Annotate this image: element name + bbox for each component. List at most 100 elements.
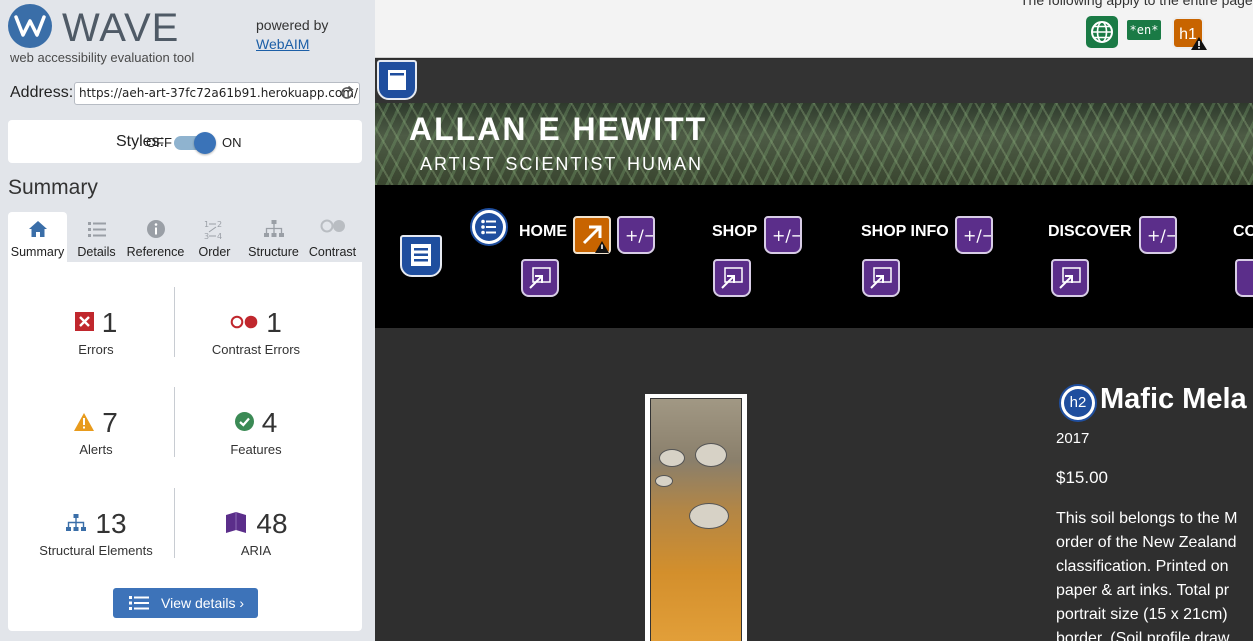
info-icon [146,220,165,238]
aria-popup-icon[interactable] [862,259,900,297]
address-input[interactable]: https://aeh-art-37fc72a61b91.herokuapp.c… [74,82,360,105]
tab-summary[interactable]: Summary [8,212,67,262]
wave-logo-icon [8,4,52,48]
structure-icon [263,220,284,237]
wave-sidebar: WAVE web accessibility evaluation tool p… [0,0,375,641]
nav-shop-info[interactable]: SHOP INFO [861,223,949,241]
contrast-errors-count: 1 [266,307,282,338]
contrast-error-icon [230,315,258,328]
svg-text:1: 1 [204,220,209,229]
language-badge[interactable]: *en* [1127,20,1161,40]
tab-summary-label: Summary [10,245,65,259]
summary-panel: 1 Errors 1 Contrast Errors 7 Alerts 4 Fe… [8,262,362,631]
webaim-link[interactable]: WebAIM [256,36,309,52]
nav-contact[interactable]: CO [1233,223,1253,241]
nav-home[interactable]: HOME [519,223,567,241]
h2-badge-text: h2 [1064,389,1092,417]
svg-text:2: 2 [217,220,222,229]
stat-aria[interactable]: 48 ARIA [176,508,336,558]
aria-expanded-icon[interactable]: +/− [764,216,804,254]
nav-discover[interactable]: DISCOVER [1048,223,1132,241]
product-image[interactable] [645,394,747,641]
artwork-rock [689,503,729,529]
contrast-errors-label: Contrast Errors [211,342,301,357]
wave-logo-text: WAVE [62,6,180,50]
site-title[interactable]: ALLAN E HEWITT [409,111,707,148]
h2-heading-icon[interactable]: h2 [1059,384,1097,422]
powered-by-text: powered by [256,17,329,33]
tab-reference-label: Reference [126,245,185,259]
description-line: classification. Printed on [1056,558,1229,575]
stat-alerts[interactable]: 7 Alerts [16,407,176,457]
errors-count: 1 [101,307,118,338]
description-line: paper & art inks. Total pr [1056,582,1230,599]
svg-text:3: 3 [204,232,209,241]
wave-tagline: web accessibility evaluation tool [10,50,195,65]
aria-menu-icon[interactable] [400,235,442,277]
tab-contrast-label: Contrast [308,245,357,259]
stat-features[interactable]: 4 Features [176,407,336,457]
aria-expanded-icon[interactable]: +/− [955,216,995,254]
aria-popup-icon[interactable] [1051,259,1089,297]
product-section: h2 Mafic Mela 2017 $15.00 This soil belo… [375,328,1253,641]
styles-toggle-knob[interactable] [194,132,216,154]
list-icon [87,222,106,237]
stat-structural[interactable]: 13 Structural Elements [16,508,176,558]
tab-details-label: Details [77,245,116,259]
aria-popup-icon[interactable] [521,259,559,297]
aria-popup-icon[interactable] [713,259,751,297]
site-subtitle: ARTIST SCIENTIST HUMAN [420,154,704,174]
aria-popup-icon[interactable] [1235,259,1253,297]
globe-icon[interactable] [1086,16,1118,48]
structure-icon [66,513,87,531]
description-line: border. (Soil profile draw [1056,630,1230,641]
list-icon [129,596,149,610]
summary-heading: Summary [8,176,98,199]
panel-tabs: Summary Details Reference 1234 Order Str… [8,212,362,262]
list-structure-icon[interactable] [470,208,508,246]
artwork-rock [659,449,685,467]
product-price: $15.00 [1056,468,1108,487]
tab-order-label: Order [198,245,231,259]
error-icon [74,312,94,332]
stat-contrast-errors[interactable]: 1 Contrast Errors [176,307,336,357]
tab-details[interactable]: Details [67,212,126,262]
svg-text:+/−: +/− [963,226,991,245]
evaluated-page: The following apply to the entire page: … [375,0,1253,641]
aria-expanded-icon[interactable]: +/− [617,216,657,254]
svg-text:4: 4 [217,232,222,241]
styles-off-label: OFF [146,135,172,150]
site-header-strip [375,59,1253,103]
product-description: This soil belongs to the M order of the … [1056,507,1237,641]
page-level-note: The following apply to the entire page: [1020,0,1253,8]
aria-label: ARIA [240,543,272,558]
structural-count: 13 [95,508,127,539]
site-navbar: HOME +/− SHOP +/− SHOP INFO +/− DISCOVER… [375,185,1253,328]
alert-icon [1191,37,1207,50]
errors-label: Errors [78,342,114,357]
address-label: Address: [10,84,74,101]
tab-order[interactable]: 1234 Order [185,212,244,262]
aria-count: 48 [256,508,288,539]
product-year: 2017 [1056,430,1090,447]
view-details-button[interactable]: View details › [113,588,258,618]
aria-expanded-icon[interactable]: +/− [1139,216,1179,254]
tab-structure[interactable]: Structure [244,212,303,262]
home-icon [28,221,47,237]
nav-shop[interactable]: SHOP [712,223,757,241]
reload-icon[interactable] [339,85,355,101]
soil-profile-artwork [650,398,742,641]
aria-document-icon[interactable] [377,60,417,100]
feature-check-icon [234,412,254,432]
stat-errors[interactable]: 1 Errors [16,307,176,357]
features-label: Features [230,442,282,457]
page-level-icons-bar: The following apply to the entire page: … [375,0,1253,58]
styles-panel: Styles: OFF ON [8,120,362,163]
description-line: order of the New Zealand [1056,534,1237,551]
artwork-rock [655,475,673,487]
features-count: 4 [261,407,278,438]
tab-contrast[interactable]: Contrast [303,212,362,262]
tab-reference[interactable]: Reference [126,212,185,262]
artwork-rock [695,443,727,467]
product-title: Mafic Mela [1100,383,1247,415]
